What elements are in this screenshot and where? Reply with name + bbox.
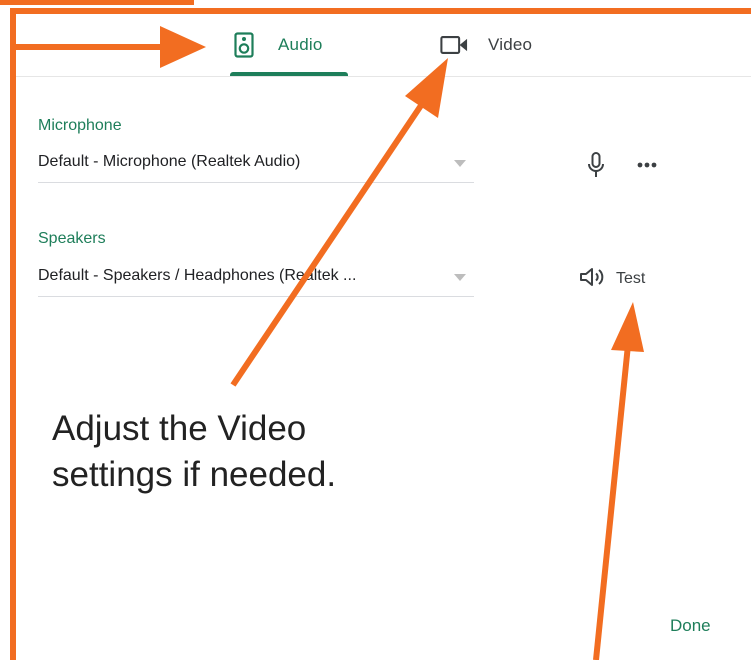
tab-video[interactable]: Video: [440, 14, 580, 76]
annotation-frame-notch: [0, 0, 194, 5]
test-label: Test: [616, 270, 646, 287]
speakers-selected-value: Default - Speakers / Headphones (Realtek…: [38, 267, 357, 284]
microphone-icon[interactable]: [580, 148, 612, 182]
speaker-icon: [230, 30, 258, 60]
microphone-selected-value: Default - Microphone (Realtek Audio): [38, 153, 301, 170]
speakers-select[interactable]: Default - Speakers / Headphones (Realtek…: [38, 262, 474, 297]
more-horiz-icon[interactable]: [630, 150, 664, 180]
annotation-arrows: [14, 26, 644, 660]
speaker-volume-icon: [578, 266, 606, 293]
selected-tab-indicator: [230, 72, 348, 76]
tab-audio[interactable]: Audio: [230, 14, 348, 76]
microphone-select[interactable]: Default - Microphone (Realtek Audio): [38, 148, 474, 183]
speaker-test-button[interactable]: Test: [578, 262, 678, 296]
tab-video-label: Video: [488, 35, 533, 54]
annotation-frame-left: [10, 8, 16, 660]
arrow-to-video-tab: [230, 58, 448, 387]
chevron-down-icon: [454, 274, 466, 281]
done-button[interactable]: Done: [666, 614, 715, 638]
microphone-label: Microphone: [38, 117, 122, 134]
settings-tabs: Audio Video: [16, 14, 751, 77]
video-camera-icon: [440, 30, 468, 60]
arrow-to-test-button: [593, 302, 644, 660]
annotation-text: Adjust the Video settings if needed.: [52, 409, 337, 494]
tab-audio-label: Audio: [278, 35, 323, 54]
speakers-label: Speakers: [38, 230, 106, 247]
chevron-down-icon: [454, 160, 466, 167]
